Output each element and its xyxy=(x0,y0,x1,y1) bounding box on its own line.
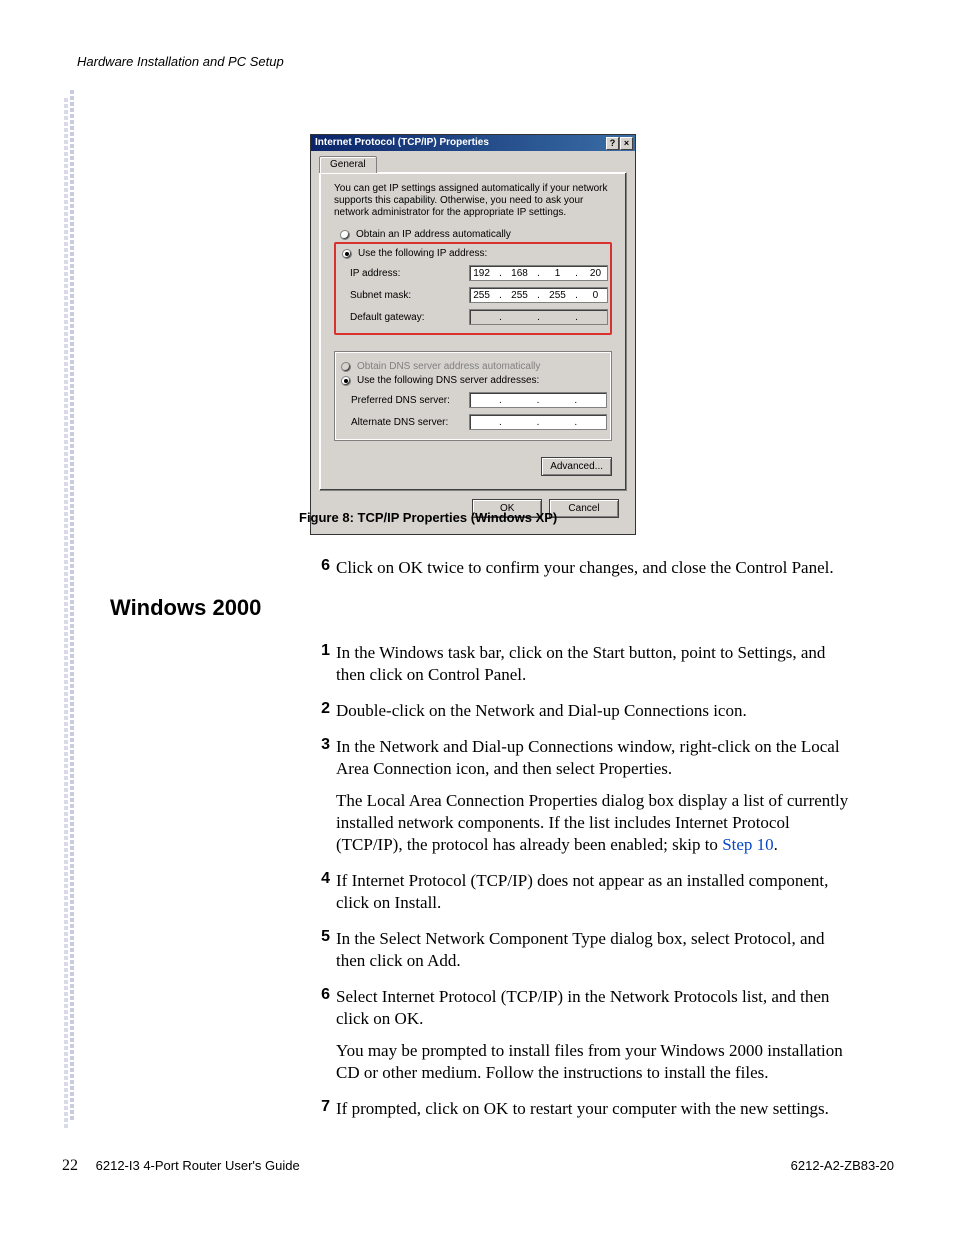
help-icon[interactable]: ? xyxy=(606,137,619,150)
running-header: Hardware Installation and PC Setup xyxy=(77,54,284,69)
label-default-gateway: Default gateway: xyxy=(350,312,469,323)
dialog-titlebar: Internet Protocol (TCP/IP) Properties ? … xyxy=(311,135,635,151)
figure-caption: Figure 8: TCP/IP Properties (Windows XP) xyxy=(299,510,557,525)
page-number: 22 xyxy=(62,1157,78,1174)
label-preferred-dns: Preferred DNS server: xyxy=(351,395,469,406)
general-panel: You can get IP settings assigned automat… xyxy=(319,172,627,491)
doc-code: 6212-A2-ZB83-20 xyxy=(791,1158,894,1173)
tab-general[interactable]: General xyxy=(319,156,377,173)
close-icon[interactable]: × xyxy=(620,137,633,150)
dialog-title-text: Internet Protocol (TCP/IP) Properties xyxy=(315,135,489,151)
page-footer: 22 6212-I3 4-Port Router User's Guide 62… xyxy=(62,1157,894,1175)
list-item: 2Double-click on the Network and Dial-up… xyxy=(304,700,856,722)
ip-address-input[interactable]: 192. 168. 1. 20 xyxy=(469,265,608,281)
radio-obtain-dns-auto: Obtain DNS server address automatically xyxy=(341,361,607,372)
link-step-10[interactable]: Step 10 xyxy=(722,835,773,854)
subnet-mask-input[interactable]: 255. 255. 255. 0 xyxy=(469,287,608,303)
radio-use-following-ip[interactable]: Use the following IP address: xyxy=(342,248,608,259)
dns-group: Obtain DNS server address automatically … xyxy=(334,351,612,441)
radio-obtain-ip-auto[interactable]: Obtain an IP address automatically xyxy=(340,229,612,240)
list-item: 4If Internet Protocol (TCP/IP) does not … xyxy=(304,870,856,914)
step-list-a: 6 Click on OK twice to confirm your chan… xyxy=(304,557,854,593)
label-ip-address: IP address: xyxy=(350,268,469,279)
decorative-bar-2 xyxy=(64,98,68,1128)
default-gateway-input[interactable]: ... xyxy=(469,309,608,325)
list-item: 6 Select Internet Protocol (TCP/IP) in t… xyxy=(304,986,856,1084)
intro-text: You can get IP settings assigned automat… xyxy=(334,183,612,219)
list-item: 6 Click on OK twice to confirm your chan… xyxy=(304,557,854,579)
step-list-b: 1In the Windows task bar, click on the S… xyxy=(304,642,856,1134)
alternate-dns-input[interactable]: ... xyxy=(469,414,607,430)
list-item: 7If prompted, click on OK to restart you… xyxy=(304,1098,856,1120)
cancel-button[interactable]: Cancel xyxy=(549,499,619,518)
radio-use-following-dns[interactable]: Use the following DNS server addresses: xyxy=(341,375,607,386)
tcpip-dialog: Internet Protocol (TCP/IP) Properties ? … xyxy=(310,134,636,535)
label-alternate-dns: Alternate DNS server: xyxy=(351,417,469,428)
doc-title: 6212-I3 4-Port Router User's Guide xyxy=(96,1158,300,1173)
manual-ip-group-highlight: Use the following IP address: IP address… xyxy=(334,242,612,335)
section-windows-2000-heading: Windows 2000 xyxy=(110,595,261,621)
advanced-button[interactable]: Advanced... xyxy=(541,457,612,476)
list-item: 1In the Windows task bar, click on the S… xyxy=(304,642,856,686)
decorative-bar xyxy=(70,90,74,1120)
list-item: 5In the Select Network Component Type di… xyxy=(304,928,856,972)
preferred-dns-input[interactable]: ... xyxy=(469,392,607,408)
label-subnet-mask: Subnet mask: xyxy=(350,290,469,301)
list-item: 3 In the Network and Dial-up Connections… xyxy=(304,736,856,856)
